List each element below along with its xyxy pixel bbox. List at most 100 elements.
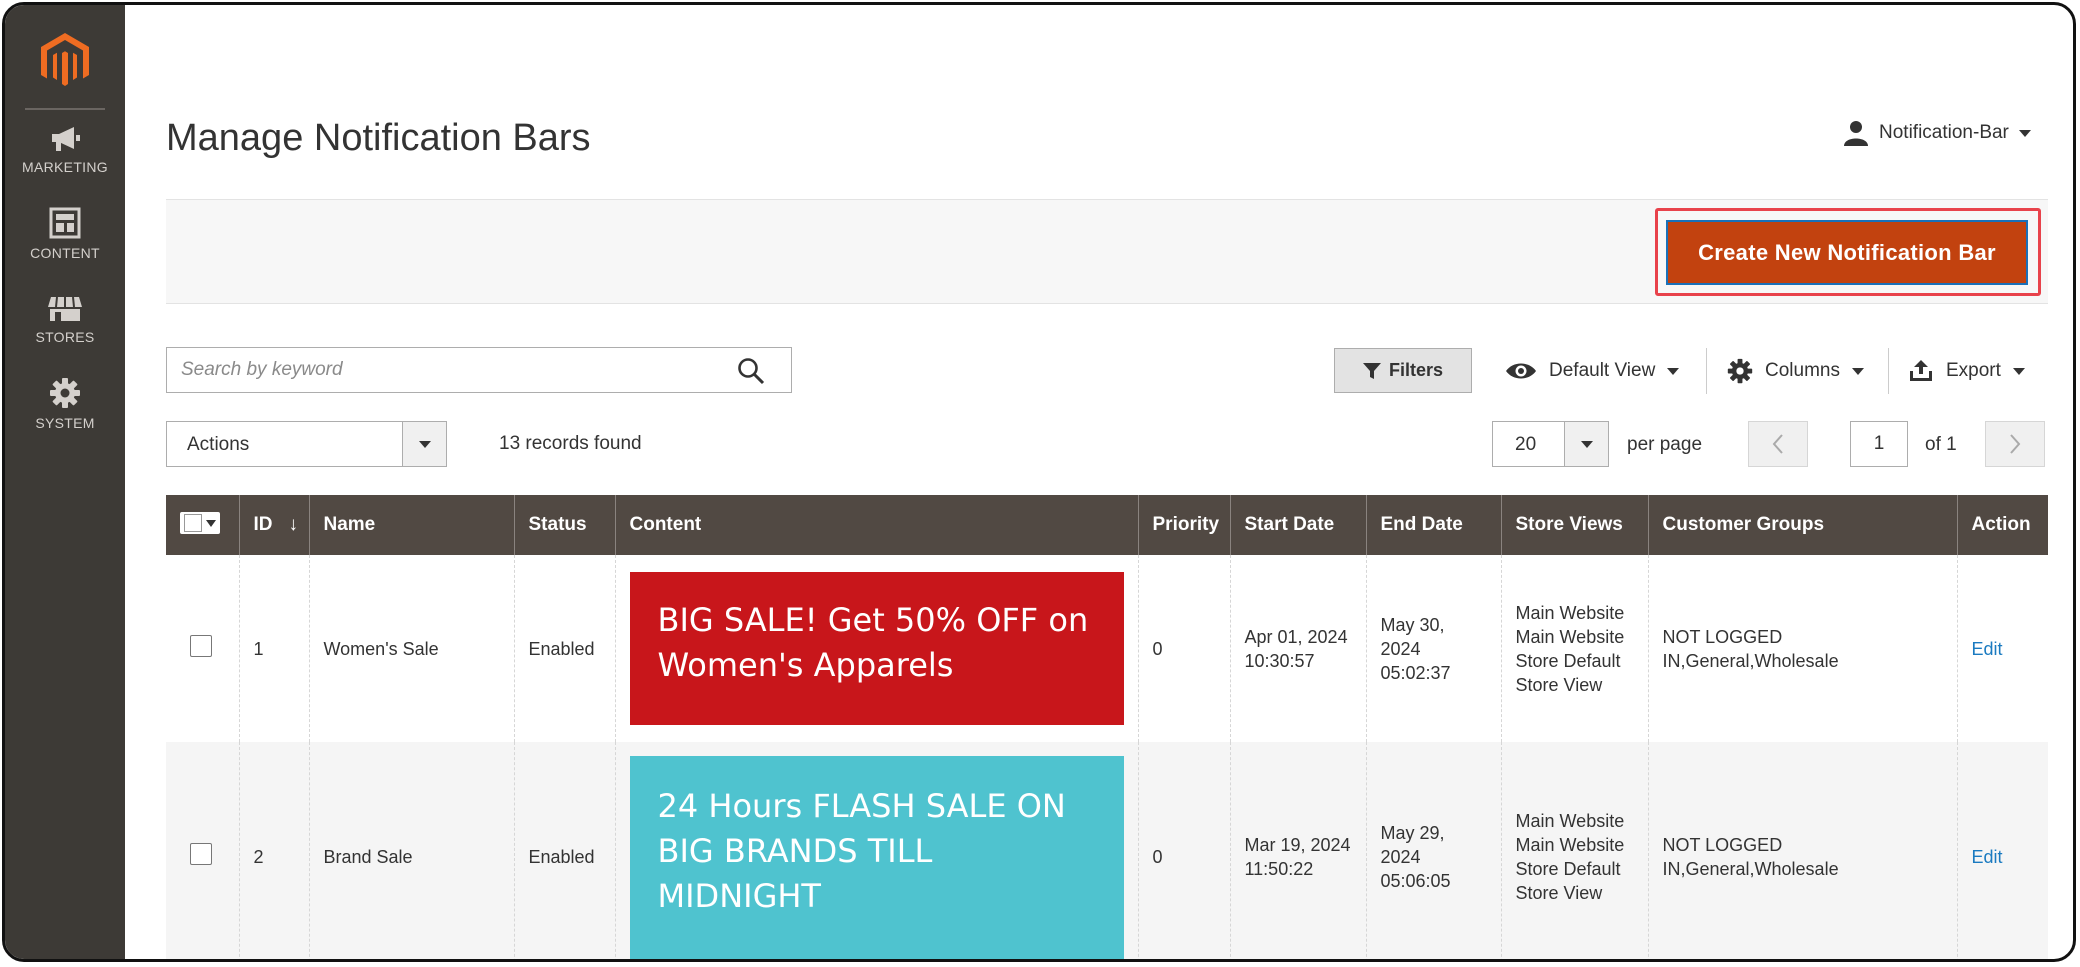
gear-icon	[1727, 358, 1753, 384]
cell-priority: 0	[1137, 742, 1230, 959]
notification-bar-preview: 24 Hours FLASH SALE ON BIG BRANDS TILL M…	[629, 756, 1124, 959]
user-name: Notification-Bar	[1879, 122, 2009, 143]
filter-icon	[1362, 362, 1381, 379]
column-header-name[interactable]: Name	[308, 495, 514, 555]
admin-window: MARKETING CONTENT STORES SYSTEM Manage N…	[2, 2, 2076, 962]
checkbox-icon	[184, 514, 202, 532]
sidebar-item-system[interactable]: SYSTEM	[5, 377, 125, 431]
sidebar-item-label: SYSTEM	[35, 415, 95, 431]
cell-end-date: May 30, 2024 05:02:37	[1365, 555, 1501, 742]
columns-label: Columns	[1765, 360, 1840, 381]
filters-button[interactable]: Filters	[1334, 348, 1472, 393]
megaphone-icon	[52, 127, 80, 151]
next-page-button[interactable]	[1985, 421, 2045, 467]
export-control[interactable]: Export	[1908, 355, 2025, 387]
cell-id: 1	[238, 555, 309, 742]
user-icon	[1844, 121, 1868, 146]
column-label: ID	[253, 514, 273, 535]
chevron-down-icon	[1667, 367, 1680, 375]
cell-start-date: Apr 01, 2024 10:30:57	[1229, 555, 1366, 742]
cell-priority: 0	[1137, 555, 1230, 742]
select-all-header[interactable]	[166, 495, 239, 555]
column-header-end-date[interactable]: End Date	[1365, 495, 1501, 555]
mass-actions-select[interactable]: Actions	[166, 421, 447, 467]
column-header-content[interactable]: Content	[614, 495, 1138, 555]
search-icon[interactable]	[737, 357, 765, 385]
eye-icon	[1506, 363, 1536, 379]
columns-control[interactable]: Columns	[1727, 355, 1864, 387]
select-all-checkbox[interactable]	[180, 512, 220, 534]
chevron-down-icon	[2012, 367, 2025, 375]
sidebar-divider	[25, 108, 105, 110]
cell-status: Enabled	[513, 555, 615, 742]
table-row: 1 Women's Sale Enabled BIG SALE! Get 50%…	[166, 555, 2048, 742]
row-select-cell	[166, 555, 239, 742]
create-notification-bar-button[interactable]: Create New Notification Bar	[1666, 220, 2028, 285]
row-checkbox[interactable]	[190, 843, 212, 865]
edit-link[interactable]: Edit	[1972, 847, 2003, 867]
column-header-store-views[interactable]: Store Views	[1500, 495, 1648, 555]
column-header-start-date[interactable]: Start Date	[1229, 495, 1366, 555]
search-input[interactable]	[181, 348, 721, 392]
sidebar-item-label: STORES	[35, 329, 95, 345]
column-header-priority[interactable]: Priority	[1137, 495, 1230, 555]
notification-bars-grid: ID ↓ Name Status Content Priority Start D…	[166, 495, 2048, 959]
user-menu[interactable]: Notification-Bar	[1843, 120, 2031, 146]
cell-name: Brand Sale	[308, 742, 514, 959]
chevron-left-icon	[1772, 434, 1783, 454]
export-label: Export	[1946, 360, 2001, 381]
admin-sidebar: MARKETING CONTENT STORES SYSTEM	[5, 5, 125, 959]
per-page-dropdown-toggle[interactable]	[1564, 422, 1608, 466]
filters-label: Filters	[1388, 360, 1444, 380]
notification-bar-preview: BIG SALE! Get 50% OFF on Women's Apparel…	[629, 572, 1124, 725]
row-checkbox[interactable]	[190, 634, 212, 657]
cell-action: Edit	[1956, 555, 2048, 742]
cell-end-date: May 29, 2024 05:06:05	[1365, 742, 1501, 959]
cell-id: 2	[238, 742, 309, 959]
cell-customer-groups: NOT LOGGED IN,General,Wholesale	[1647, 742, 1957, 959]
per-page-label: per page	[1627, 434, 1703, 455]
gear-icon	[50, 378, 80, 408]
row-select-cell	[166, 742, 239, 959]
cell-content: 24 Hours FLASH SALE ON BIG BRANDS TILL M…	[614, 742, 1138, 959]
cell-customer-groups: NOT LOGGED IN,General,Wholesale	[1647, 555, 1957, 742]
table-row: 2 Brand Sale Enabled 24 Hours FLASH SALE…	[166, 742, 2048, 959]
chevron-down-icon	[418, 440, 431, 448]
sidebar-item-content[interactable]: CONTENT	[5, 207, 125, 261]
chevron-down-icon	[1580, 440, 1593, 448]
view-switcher[interactable]: Default View	[1505, 355, 1680, 387]
column-header-status[interactable]: Status	[513, 495, 615, 555]
chevron-down-icon	[1851, 367, 1864, 375]
magento-logo[interactable]	[39, 31, 91, 91]
cell-content: BIG SALE! Get 50% OFF on Women's Apparel…	[614, 555, 1138, 742]
chevron-right-icon	[2010, 434, 2021, 454]
sidebar-item-marketing[interactable]: MARKETING	[5, 125, 125, 175]
column-header-action: Action	[1956, 495, 2048, 555]
edit-link[interactable]: Edit	[1972, 639, 2003, 659]
actions-dropdown-toggle[interactable]	[402, 422, 446, 466]
toolbar-divider	[1706, 348, 1707, 394]
current-page-input[interactable]: 1	[1850, 421, 1908, 467]
store-icon	[48, 296, 82, 321]
sidebar-item-stores[interactable]: STORES	[5, 295, 125, 345]
actions-label: Actions	[187, 434, 250, 455]
search-box	[166, 347, 792, 393]
cell-action: Edit	[1956, 742, 2048, 959]
sidebar-item-label: CONTENT	[30, 245, 100, 261]
cell-name: Women's Sale	[308, 555, 514, 742]
records-count: 13 records found	[499, 433, 642, 454]
per-page-value: 20	[1515, 434, 1537, 455]
layout-icon	[49, 207, 81, 239]
export-icon	[1910, 360, 1932, 381]
chevron-down-icon	[206, 519, 216, 527]
previous-page-button[interactable]	[1748, 421, 1808, 467]
cell-store-views: Main Website Main Website Store Default …	[1500, 742, 1648, 959]
page-title: Manage Notification Bars	[166, 117, 591, 159]
toolbar-divider	[1888, 348, 1889, 394]
page-total: of 1	[1925, 434, 1957, 455]
per-page-select[interactable]: 20	[1492, 421, 1609, 467]
column-header-id[interactable]: ID ↓	[238, 495, 309, 555]
sort-down-icon: ↓	[288, 514, 299, 535]
cell-start-date: Mar 19, 2024 11:50:22	[1229, 742, 1366, 959]
column-header-customer-groups[interactable]: Customer Groups	[1647, 495, 1957, 555]
